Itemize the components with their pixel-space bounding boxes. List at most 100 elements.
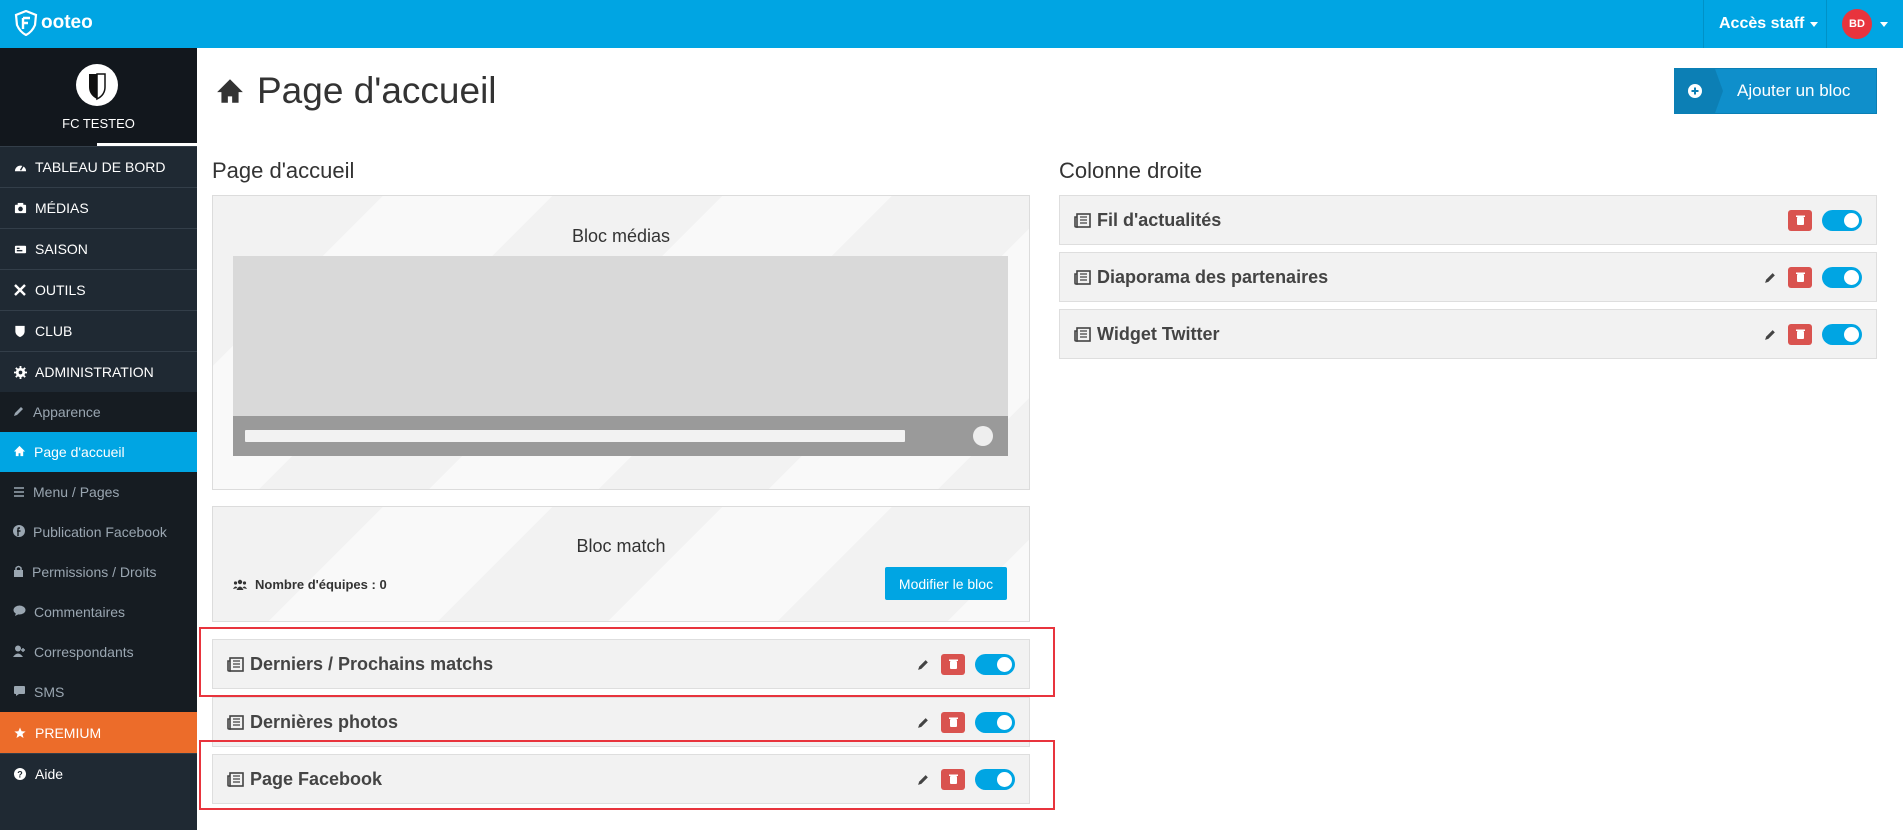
- sidebar-item-aide[interactable]: ? Aide: [0, 753, 197, 794]
- sidebar-subitem-publication-facebook[interactable]: Publication Facebook: [0, 512, 197, 552]
- sidebar-subitem-apparence[interactable]: Apparence: [0, 392, 197, 432]
- footeo-logo[interactable]: ooteo: [14, 10, 93, 36]
- facebook-icon: [13, 524, 25, 540]
- staff-access-menu[interactable]: Accès staff: [1719, 15, 1819, 33]
- block-row-label: Fil d'actualités: [1097, 209, 1222, 230]
- sidebar-item-medias[interactable]: MÉDIAS: [0, 187, 197, 228]
- visibility-toggle[interactable]: [1822, 266, 1862, 288]
- modify-block-button[interactable]: Modifier le bloc: [885, 567, 1007, 600]
- trash-icon: [1795, 215, 1805, 225]
- comment-icon: [13, 604, 26, 620]
- sidebar-item-outils[interactable]: OUTILS: [0, 269, 197, 310]
- club-crest-icon: [76, 64, 118, 106]
- avatar: BD: [1842, 9, 1872, 39]
- sidebar-item-label: Publication Facebook: [33, 524, 167, 540]
- season-icon: [13, 242, 27, 256]
- block-row-twitter[interactable]: Widget Twitter: [1059, 309, 1877, 359]
- slider-dot-icon: [973, 426, 993, 446]
- page-title-text: Page d'accueil: [257, 70, 497, 111]
- visibility-toggle[interactable]: [1822, 209, 1862, 231]
- chevron-down-icon: [1880, 21, 1888, 27]
- delete-button[interactable]: [1788, 209, 1812, 231]
- pencil-icon[interactable]: [1762, 326, 1778, 342]
- footeo-logo-icon: [14, 10, 38, 36]
- topbar-divider: [1826, 0, 1827, 48]
- sidebar-subitem-commentaires[interactable]: Commentaires: [0, 592, 197, 632]
- left-column-title: Page d'accueil: [212, 158, 355, 183]
- home-icon: [13, 444, 26, 460]
- slider-caption-line: [245, 430, 905, 442]
- star-icon: [13, 726, 27, 740]
- block-row-partners[interactable]: Diaporama des partenaires: [1059, 252, 1877, 302]
- sidebar-item-label: Permissions / Droits: [32, 564, 157, 580]
- pencil-icon[interactable]: [915, 714, 931, 730]
- block-row-label: Diaporama des partenaires: [1097, 266, 1329, 287]
- delete-button[interactable]: [1788, 266, 1812, 288]
- sidebar-item-saison[interactable]: SAISON: [0, 228, 197, 269]
- sidebar-item-label: OUTILS: [35, 282, 86, 298]
- users-icon: [233, 579, 247, 590]
- media-block-title: Bloc médias: [571, 226, 671, 246]
- sidebar: FC TESTEO TABLEAU DE BORD MÉDIAS SAISON …: [0, 48, 197, 830]
- sidebar-item-label: Aide: [35, 766, 64, 782]
- sidebar-item-label: Apparence: [33, 404, 101, 420]
- page-title: Page d'accueil: [215, 70, 497, 112]
- match-block-title: Bloc match: [576, 536, 666, 556]
- trash-icon: [1795, 272, 1805, 282]
- pencil-icon[interactable]: [1762, 269, 1778, 285]
- newspaper-icon: [1074, 269, 1091, 285]
- sidebar-subitem-menu-pages[interactable]: Menu / Pages: [0, 472, 197, 512]
- staff-access-label: Accès staff: [1719, 15, 1805, 32]
- tools-icon: [13, 283, 27, 297]
- sidebar-item-label: CLUB: [35, 323, 73, 339]
- sidebar-item-administration[interactable]: ADMINISTRATION: [0, 351, 197, 392]
- gear-icon: [13, 365, 27, 379]
- add-block-label: Ajouter un bloc: [1737, 81, 1851, 100]
- match-block: Bloc match Nombre d'équipes : 0 Modifier…: [212, 506, 1030, 622]
- chevron-down-icon: [1810, 21, 1819, 27]
- help-icon: ?: [13, 767, 27, 781]
- sidebar-item-label: SMS: [34, 684, 65, 700]
- user-menu[interactable]: BD: [1842, 9, 1888, 39]
- delete-button[interactable]: [941, 711, 965, 733]
- sidebar-item-club[interactable]: CLUB: [0, 310, 197, 351]
- svg-text:?: ?: [17, 770, 23, 780]
- media-icon: [13, 201, 27, 215]
- right-column-title: Colonne droite: [1059, 158, 1203, 183]
- sidebar-item-label: Page d'accueil: [34, 444, 125, 460]
- sms-icon: [13, 684, 26, 700]
- sidebar-subitem-permissions[interactable]: Permissions / Droits: [0, 552, 197, 592]
- logo-text: ooteo: [41, 12, 93, 33]
- block-row-news[interactable]: Fil d'actualités: [1059, 195, 1877, 245]
- sidebar-item-dashboard[interactable]: TABLEAU DE BORD: [0, 146, 197, 187]
- club-header[interactable]: FC TESTEO: [0, 48, 197, 146]
- sidebar-item-label: TABLEAU DE BORD: [35, 159, 166, 175]
- club-name: FC TESTEO: [62, 116, 135, 131]
- sidebar-item-label: SAISON: [35, 241, 88, 257]
- visibility-toggle[interactable]: [1822, 323, 1862, 345]
- shield-icon: [13, 324, 27, 338]
- slider-caption-bar: [233, 416, 1008, 456]
- sidebar-subitem-page-accueil[interactable]: Page d'accueil: [0, 432, 197, 472]
- media-slider-preview: [233, 256, 1008, 456]
- sidebar-subitem-correspondants[interactable]: Correspondants: [0, 632, 197, 672]
- sidebar-item-label: ADMINISTRATION: [35, 364, 154, 380]
- trash-icon: [948, 717, 958, 727]
- newspaper-icon: [227, 714, 244, 730]
- sidebar-subitem-sms[interactable]: SMS: [0, 672, 197, 712]
- list-icon: [13, 484, 25, 500]
- highlight-frame: [199, 740, 1055, 810]
- sidebar-item-label: PREMIUM: [35, 724, 102, 741]
- newspaper-icon: [1074, 212, 1091, 228]
- pencil-icon: [13, 404, 25, 420]
- newspaper-icon: [1074, 326, 1091, 342]
- club-underline: [97, 143, 197, 146]
- sidebar-item-label: MÉDIAS: [35, 200, 89, 216]
- add-block-button[interactable]: Ajouter un bloc: [1674, 68, 1877, 114]
- sidebar-item-premium[interactable]: PREMIUM: [0, 712, 197, 753]
- teams-count: Nombre d'équipes : 0: [233, 577, 387, 592]
- delete-button[interactable]: [1788, 323, 1812, 345]
- block-row-label: Widget Twitter: [1097, 323, 1220, 344]
- visibility-toggle[interactable]: [975, 711, 1015, 733]
- topbar-divider: [1703, 0, 1704, 48]
